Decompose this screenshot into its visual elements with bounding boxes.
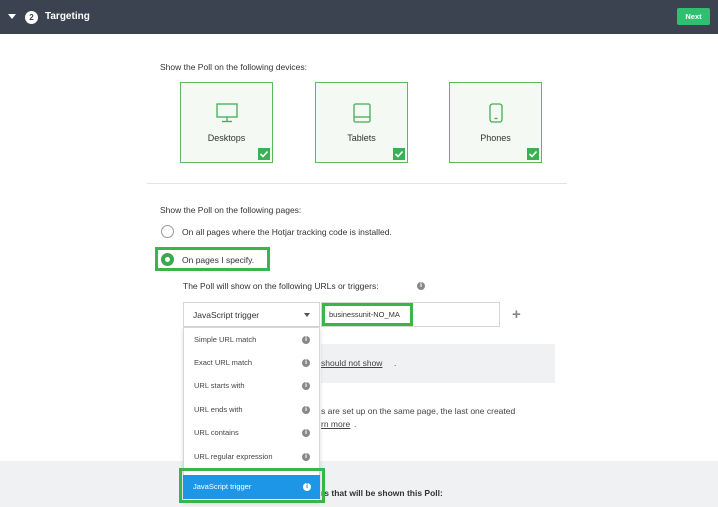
device-label: Tablets bbox=[347, 133, 376, 143]
learn-more-link[interactable]: rn more bbox=[321, 419, 350, 429]
dropdown-item[interactable]: Simple URL match i bbox=[184, 328, 319, 351]
info-icon[interactable]: i bbox=[302, 453, 310, 461]
next-button[interactable]: Next bbox=[677, 8, 710, 25]
dropdown-item-label: URL ends with bbox=[194, 405, 243, 414]
info-icon[interactable]: i bbox=[302, 382, 310, 390]
device-option-desktops[interactable]: Desktops bbox=[180, 82, 273, 163]
info-icon[interactable]: i bbox=[302, 406, 310, 414]
section-divider bbox=[147, 183, 567, 184]
trigger-value-text: businessunit-NO_MA bbox=[329, 310, 400, 319]
highlight-frame bbox=[179, 468, 325, 503]
radio-all-pages-label: On all pages where the Hotjar tracking c… bbox=[182, 227, 392, 237]
should-not-show-link[interactable]: should not show bbox=[321, 358, 382, 368]
dropdown-item[interactable]: Exact URL match i bbox=[184, 351, 319, 374]
phone-icon bbox=[488, 103, 503, 128]
dropdown-item[interactable]: URL ends with i bbox=[184, 398, 319, 421]
chevron-down-icon bbox=[304, 313, 310, 317]
dropdown-item-label: Simple URL match bbox=[194, 335, 257, 344]
device-option-tablets[interactable]: Tablets bbox=[315, 82, 408, 163]
dropdown-item-label: Exact URL match bbox=[194, 358, 253, 367]
section-header[interactable]: 2 Targeting Next bbox=[0, 0, 718, 34]
pages-heading: Show the Poll on the following pages: bbox=[160, 205, 302, 215]
add-rule-plus-icon[interactable]: + bbox=[512, 306, 521, 323]
info-icon[interactable]: i bbox=[302, 429, 310, 437]
dropdown-item[interactable]: URL starts with i bbox=[184, 374, 319, 397]
urls-heading: The Poll will show on the following URLs… bbox=[183, 281, 379, 291]
tablet-icon bbox=[352, 103, 371, 128]
devices-heading: Show the Poll on the following devices: bbox=[160, 62, 307, 72]
radio-specify-pages[interactable] bbox=[161, 253, 174, 266]
info-icon[interactable]: i bbox=[417, 282, 425, 290]
device-option-phones[interactable]: Phones bbox=[449, 82, 542, 163]
dropdown-item-label: URL regular expression bbox=[194, 452, 273, 461]
trigger-type-value: JavaScript trigger bbox=[193, 310, 260, 320]
multiple-polls-info-text: s are set up on the same page, the last … bbox=[321, 406, 516, 416]
exclude-pages-box: should not show . bbox=[321, 344, 555, 383]
dropdown-item[interactable]: URL regular expression i bbox=[184, 445, 319, 468]
info-icon[interactable]: i bbox=[302, 359, 310, 367]
checkbox-checked-icon[interactable] bbox=[527, 148, 539, 160]
section-title: Targeting bbox=[45, 11, 90, 22]
period-text: . bbox=[394, 358, 397, 368]
checkbox-checked-icon[interactable] bbox=[393, 148, 405, 160]
info-icon[interactable]: i bbox=[302, 336, 310, 344]
next-section-band bbox=[0, 461, 718, 507]
trigger-type-select[interactable]: JavaScript trigger bbox=[183, 302, 320, 327]
checkbox-checked-icon[interactable] bbox=[258, 148, 270, 160]
dropdown-item[interactable]: URL contains i bbox=[184, 421, 319, 444]
next-section-heading: rs that will be shown this Poll: bbox=[321, 488, 443, 498]
period-text: . bbox=[354, 419, 357, 429]
desktop-icon bbox=[215, 103, 238, 128]
step-number-badge: 2 bbox=[25, 11, 38, 24]
collapse-caret-icon[interactable] bbox=[8, 14, 16, 19]
radio-specify-pages-label: On pages I specify. bbox=[182, 255, 255, 265]
device-label: Phones bbox=[480, 133, 511, 143]
device-label: Desktops bbox=[207, 133, 246, 143]
dropdown-item-label: URL starts with bbox=[194, 381, 245, 390]
dropdown-item-label: URL contains bbox=[194, 428, 239, 437]
radio-all-pages[interactable] bbox=[161, 225, 174, 238]
